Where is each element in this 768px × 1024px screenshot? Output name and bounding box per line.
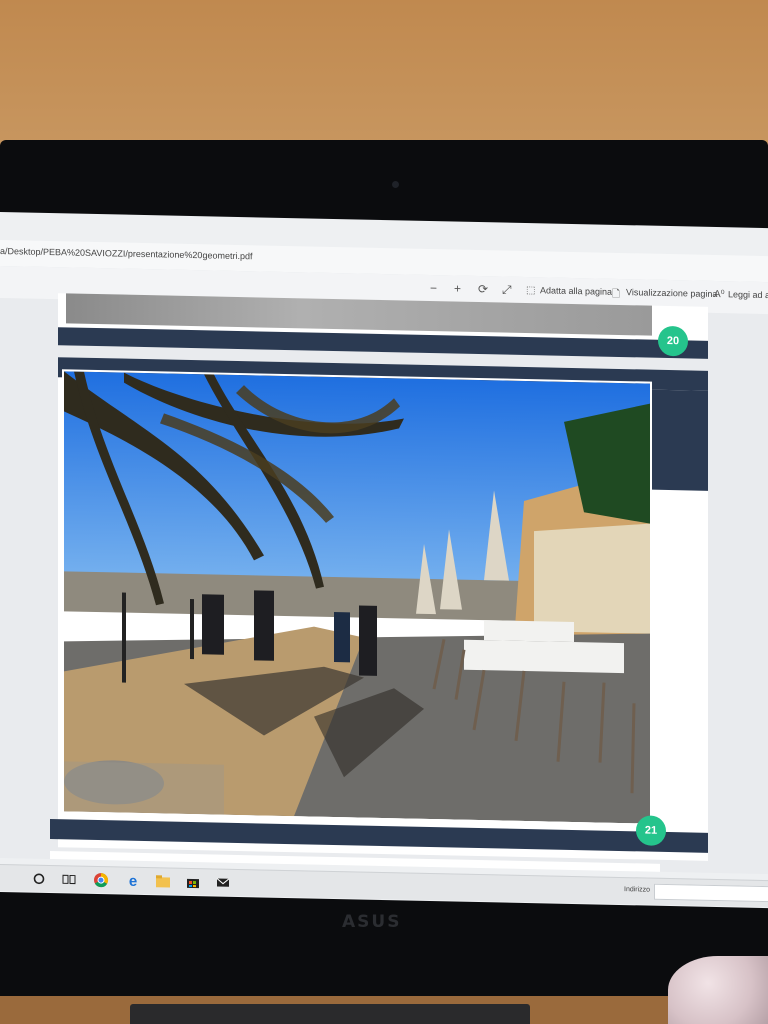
chrome-icon[interactable]	[92, 871, 110, 889]
fullscreen-icon[interactable]: ⤢	[502, 283, 512, 298]
page-view-button[interactable]: Visualizzazione pagina	[626, 287, 717, 299]
store-icon[interactable]	[184, 873, 202, 891]
page-number-badge: 20	[658, 325, 688, 357]
task-view-icon[interactable]	[60, 870, 78, 888]
rotate-icon[interactable]: ⟳	[478, 282, 488, 296]
keyboard-edge	[130, 1004, 530, 1024]
webcam	[392, 181, 399, 188]
plush-object	[668, 956, 768, 1024]
file-explorer-icon[interactable]	[154, 872, 172, 890]
edge-icon[interactable]: e	[124, 872, 142, 890]
street-photo-illustration	[64, 371, 650, 824]
fit-page-icon: ⬚	[526, 285, 536, 297]
pdf-page-21: 21	[50, 357, 708, 861]
zoom-in-button[interactable]: +	[454, 282, 461, 296]
read-aloud-icon: A⁰	[714, 288, 725, 301]
fit-page-button[interactable]: Adatta alla pagina	[540, 285, 612, 297]
laptop-brand-logo: ASUS	[342, 912, 402, 932]
page-number-badge: 21	[636, 815, 666, 846]
street-photo	[62, 369, 652, 826]
address-url[interactable]: a/Desktop/PEBA%20SAVIOZZI/presentazione%…	[0, 246, 252, 261]
mail-icon[interactable]	[214, 873, 232, 891]
address-toolbar-input[interactable]	[654, 883, 768, 903]
pdf-viewer[interactable]: 20 21	[0, 293, 768, 875]
address-toolbar-label: Indirizzo	[624, 886, 651, 894]
page-view-icon: 🗋	[612, 288, 621, 300]
read-aloud-button[interactable]: Leggi ad alta	[728, 289, 768, 300]
zoom-out-button[interactable]: −	[430, 281, 437, 295]
search-circle-icon[interactable]	[30, 870, 48, 888]
laptop-screen: a/Desktop/PEBA%20SAVIOZZI/presentazione%…	[0, 212, 768, 909]
